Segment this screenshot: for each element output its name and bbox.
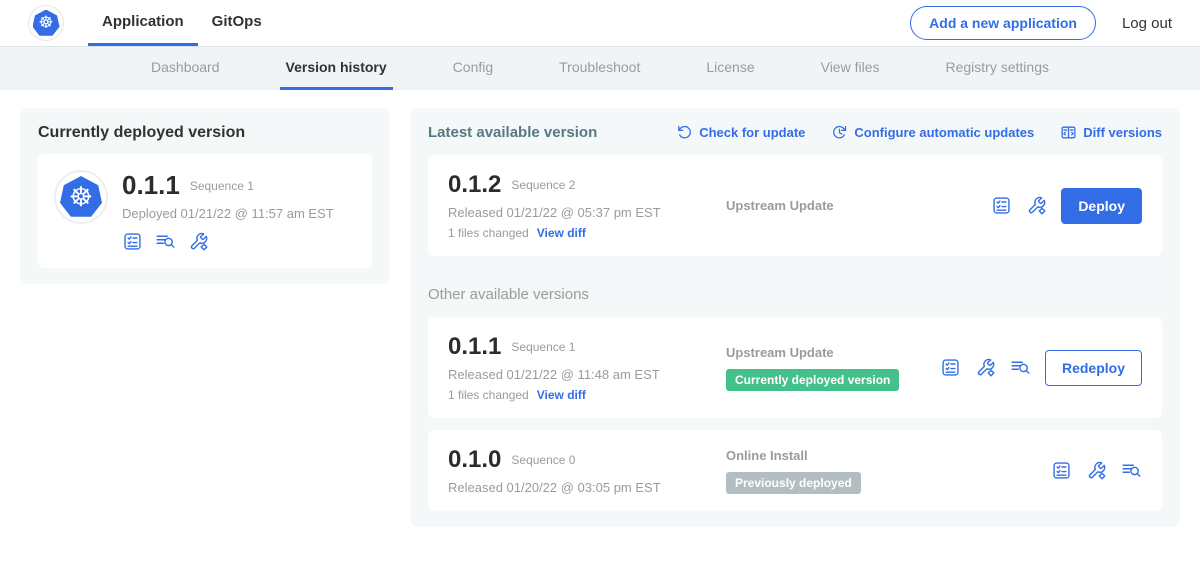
source-label: Upstream Update [726, 345, 930, 360]
previously-deployed-badge: Previously deployed [726, 472, 861, 494]
deployed-timestamp: Deployed 01/21/22 @ 11:57 am EST [122, 206, 334, 221]
source-label: Online Install [726, 448, 1041, 463]
version-actions: Check for update Configure automatic upd… [676, 124, 1162, 141]
version-source: Online Install Previously deployed [726, 448, 1041, 494]
version-sequence: Sequence 0 [511, 453, 575, 467]
subnav-tab-registry-settings[interactable]: Registry settings [940, 47, 1055, 90]
preflight-checks-icon[interactable] [122, 231, 143, 252]
currently-deployed-title: Currently deployed version [38, 124, 372, 142]
deployed-sequence: Sequence 1 [190, 179, 254, 193]
deploy-logs-icon[interactable] [155, 231, 176, 252]
diff-versions-label: Diff versions [1083, 125, 1162, 140]
deployed-app-logo: ☸ [54, 170, 108, 224]
subnav-tab-troubleshoot[interactable]: Troubleshoot [553, 47, 646, 90]
app-logo: ☸ [28, 5, 64, 41]
version-row-0-1-2: 0.1.2 Sequence 2 Released 01/21/22 @ 05:… [428, 155, 1162, 256]
latest-version-header-row: Latest available version Check for updat… [428, 124, 1162, 141]
other-versions-header: Other available versions [428, 286, 1162, 303]
config-wrench-icon[interactable] [188, 231, 209, 252]
logout-link[interactable]: Log out [1122, 15, 1172, 32]
tab-gitops-label: GitOps [212, 13, 262, 30]
config-wrench-icon[interactable] [1086, 460, 1107, 481]
deployed-version-info: 0.1.1 Sequence 1 Deployed 01/21/22 @ 11:… [122, 170, 334, 252]
check-for-update-link[interactable]: Check for update [676, 124, 805, 141]
check-for-update-label: Check for update [699, 125, 805, 140]
source-label: Upstream Update [726, 198, 981, 213]
top-header: ☸ Application GitOps Add a new applicati… [0, 0, 1200, 46]
deployed-version-card: ☸ 0.1.1 Sequence 1 Deployed 01/21/22 @ 1… [38, 154, 372, 268]
preflight-checks-icon[interactable] [991, 195, 1012, 216]
refresh-icon [676, 124, 693, 141]
version-number: 0.1.0 [448, 446, 501, 474]
version-row-actions: Deploy [991, 188, 1142, 224]
subnav-tab-dashboard[interactable]: Dashboard [145, 47, 226, 90]
config-wrench-icon[interactable] [975, 357, 996, 378]
latest-version-title: Latest available version [428, 124, 597, 141]
add-application-button[interactable]: Add a new application [910, 6, 1096, 40]
deployed-version-number: 0.1.1 [122, 170, 180, 201]
version-number: 0.1.1 [448, 333, 501, 361]
config-wrench-icon[interactable] [1026, 195, 1047, 216]
subnav-tab-config[interactable]: Config [447, 47, 499, 90]
configure-automatic-updates-link[interactable]: Configure automatic updates [831, 124, 1034, 141]
view-diff-link[interactable]: View diff [537, 226, 586, 240]
header-tabs: Application GitOps [88, 0, 276, 46]
version-row-actions: Redeploy [940, 350, 1142, 386]
kubernetes-icon: ☸ [33, 10, 60, 37]
currently-deployed-badge: Currently deployed version [726, 369, 899, 391]
version-row-0-1-1: 0.1.1 Sequence 1 Released 01/21/22 @ 11:… [428, 317, 1162, 418]
tab-gitops[interactable]: GitOps [198, 0, 276, 46]
version-info: 0.1.0 Sequence 0 Released 01/20/22 @ 03:… [448, 446, 716, 495]
diff-icon [1060, 124, 1077, 141]
subnav-tab-version-history[interactable]: Version history [280, 47, 393, 90]
version-row-0-1-0: 0.1.0 Sequence 0 Released 01/20/22 @ 03:… [428, 430, 1162, 511]
preflight-checks-icon[interactable] [1051, 460, 1072, 481]
version-history-panel: Latest available version Check for updat… [410, 108, 1180, 527]
deploy-logs-icon[interactable] [1121, 460, 1142, 481]
tab-application[interactable]: Application [88, 0, 198, 46]
tab-application-label: Application [102, 13, 184, 30]
files-changed-label: 1 files changed [448, 226, 529, 240]
subnav-tab-view-files[interactable]: View files [815, 47, 886, 90]
version-info: 0.1.1 Sequence 1 Released 01/21/22 @ 11:… [448, 333, 716, 402]
configure-automatic-updates-label: Configure automatic updates [854, 125, 1034, 140]
subnav-tab-license[interactable]: License [700, 47, 760, 90]
version-number: 0.1.2 [448, 171, 501, 199]
released-timestamp: Released 01/21/22 @ 05:37 pm EST [448, 205, 716, 220]
kubernetes-icon: ☸ [60, 176, 102, 218]
app-subnav: Dashboard Version history Config Trouble… [0, 46, 1200, 90]
version-sequence: Sequence 1 [511, 340, 575, 354]
version-info: 0.1.2 Sequence 2 Released 01/21/22 @ 05:… [448, 171, 716, 240]
preflight-checks-icon[interactable] [940, 357, 961, 378]
version-source: Upstream Update Currently deployed versi… [726, 345, 930, 391]
version-row-actions [1051, 460, 1142, 481]
currently-deployed-panel: Currently deployed version ☸ 0.1.1 Seque… [20, 108, 390, 284]
view-diff-link[interactable]: View diff [537, 388, 586, 402]
released-timestamp: Released 01/20/22 @ 03:05 pm EST [448, 480, 716, 495]
diff-versions-link[interactable]: Diff versions [1060, 124, 1162, 141]
released-timestamp: Released 01/21/22 @ 11:48 am EST [448, 367, 716, 382]
version-sequence: Sequence 2 [511, 178, 575, 192]
version-source: Upstream Update [726, 198, 981, 213]
files-changed-label: 1 files changed [448, 388, 529, 402]
deploy-button[interactable]: Deploy [1061, 188, 1142, 224]
deploy-logs-icon[interactable] [1010, 357, 1031, 378]
schedule-update-icon [831, 124, 848, 141]
redeploy-button[interactable]: Redeploy [1045, 350, 1142, 386]
main-content: Currently deployed version ☸ 0.1.1 Seque… [0, 90, 1200, 545]
